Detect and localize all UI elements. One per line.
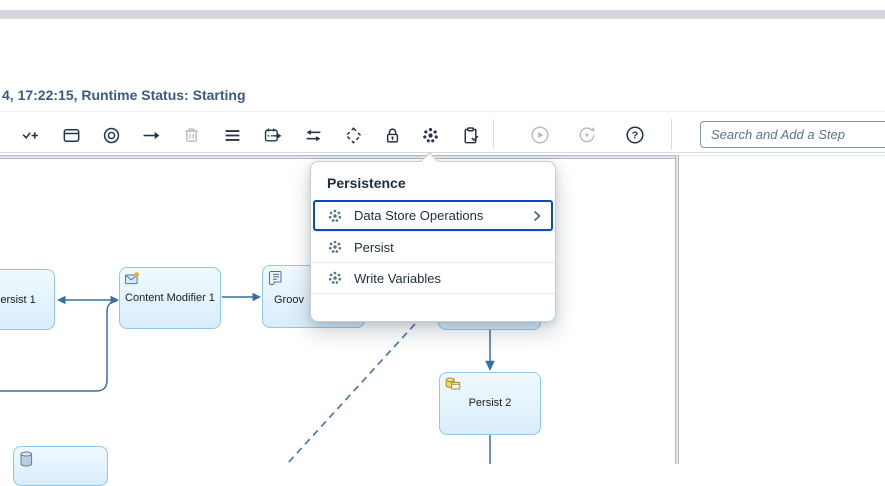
menu-bottom-area [311, 293, 555, 321]
menu-item-label: Persist [354, 240, 394, 255]
right-panel-top-line [679, 155, 885, 156]
menu-title: Persistence [311, 162, 555, 200]
toolbar-divider [493, 119, 494, 149]
data-store-icon [19, 451, 34, 472]
node-label: Groov [274, 292, 304, 306]
menu-item-label: Data Store Operations [354, 208, 483, 223]
restart-icon [575, 123, 599, 147]
menu-item-persist[interactable]: Persist [311, 231, 555, 262]
participant-icon[interactable] [59, 123, 83, 147]
content-modifier-icon [125, 272, 140, 290]
persistence-item-icon [327, 239, 343, 255]
toolbar-divider [671, 119, 672, 149]
menu-item-write-variables[interactable]: Write Variables [311, 262, 555, 293]
node-label: Persist 2 [469, 396, 512, 410]
search-step-input[interactable] [700, 121, 885, 148]
flow-node-persist-1[interactable]: Persist 1 [0, 269, 55, 330]
routing-icon[interactable] [341, 123, 365, 147]
security-icon[interactable] [380, 123, 404, 147]
flow-node-content-modifier[interactable]: Content Modifier 1 [119, 267, 221, 329]
menu-item-data-store-operations[interactable]: Data Store Operations [313, 200, 553, 231]
panel-splitter[interactable] [675, 155, 679, 464]
persist-icon [445, 377, 461, 396]
runtime-status-text: 4, 17:22:15, Runtime Status: Starting [2, 87, 246, 103]
persistence-menu: Persistence Data Store Operations Persis… [310, 161, 556, 322]
events-icon[interactable] [260, 123, 284, 147]
add-step-icon[interactable] [18, 123, 42, 147]
external-call-icon[interactable] [301, 123, 325, 147]
flow-node-data-store[interactable] [13, 446, 108, 486]
lines-icon[interactable] [220, 123, 244, 147]
process-icon[interactable] [99, 123, 123, 147]
persistence-item-icon [327, 208, 343, 224]
connector-icon[interactable] [139, 123, 163, 147]
pool-top-border [0, 155, 677, 159]
top-gray-bar [0, 10, 885, 19]
persistence-item-icon [327, 270, 343, 286]
persistence-icon[interactable] [418, 123, 442, 147]
script-scroll-icon [268, 270, 283, 290]
play-icon [528, 123, 552, 147]
node-label: Content Modifier 1 [125, 291, 215, 305]
menu-item-label: Write Variables [354, 271, 441, 286]
clipboard-check-icon[interactable] [458, 123, 482, 147]
help-icon[interactable]: ? [623, 123, 647, 147]
svg-text:?: ? [632, 130, 638, 142]
submenu-chevron-icon [533, 210, 541, 222]
flow-node-persist-2[interactable]: Persist 2 [439, 372, 541, 435]
delete-icon [179, 123, 203, 147]
node-label: Persist 1 [0, 292, 36, 306]
